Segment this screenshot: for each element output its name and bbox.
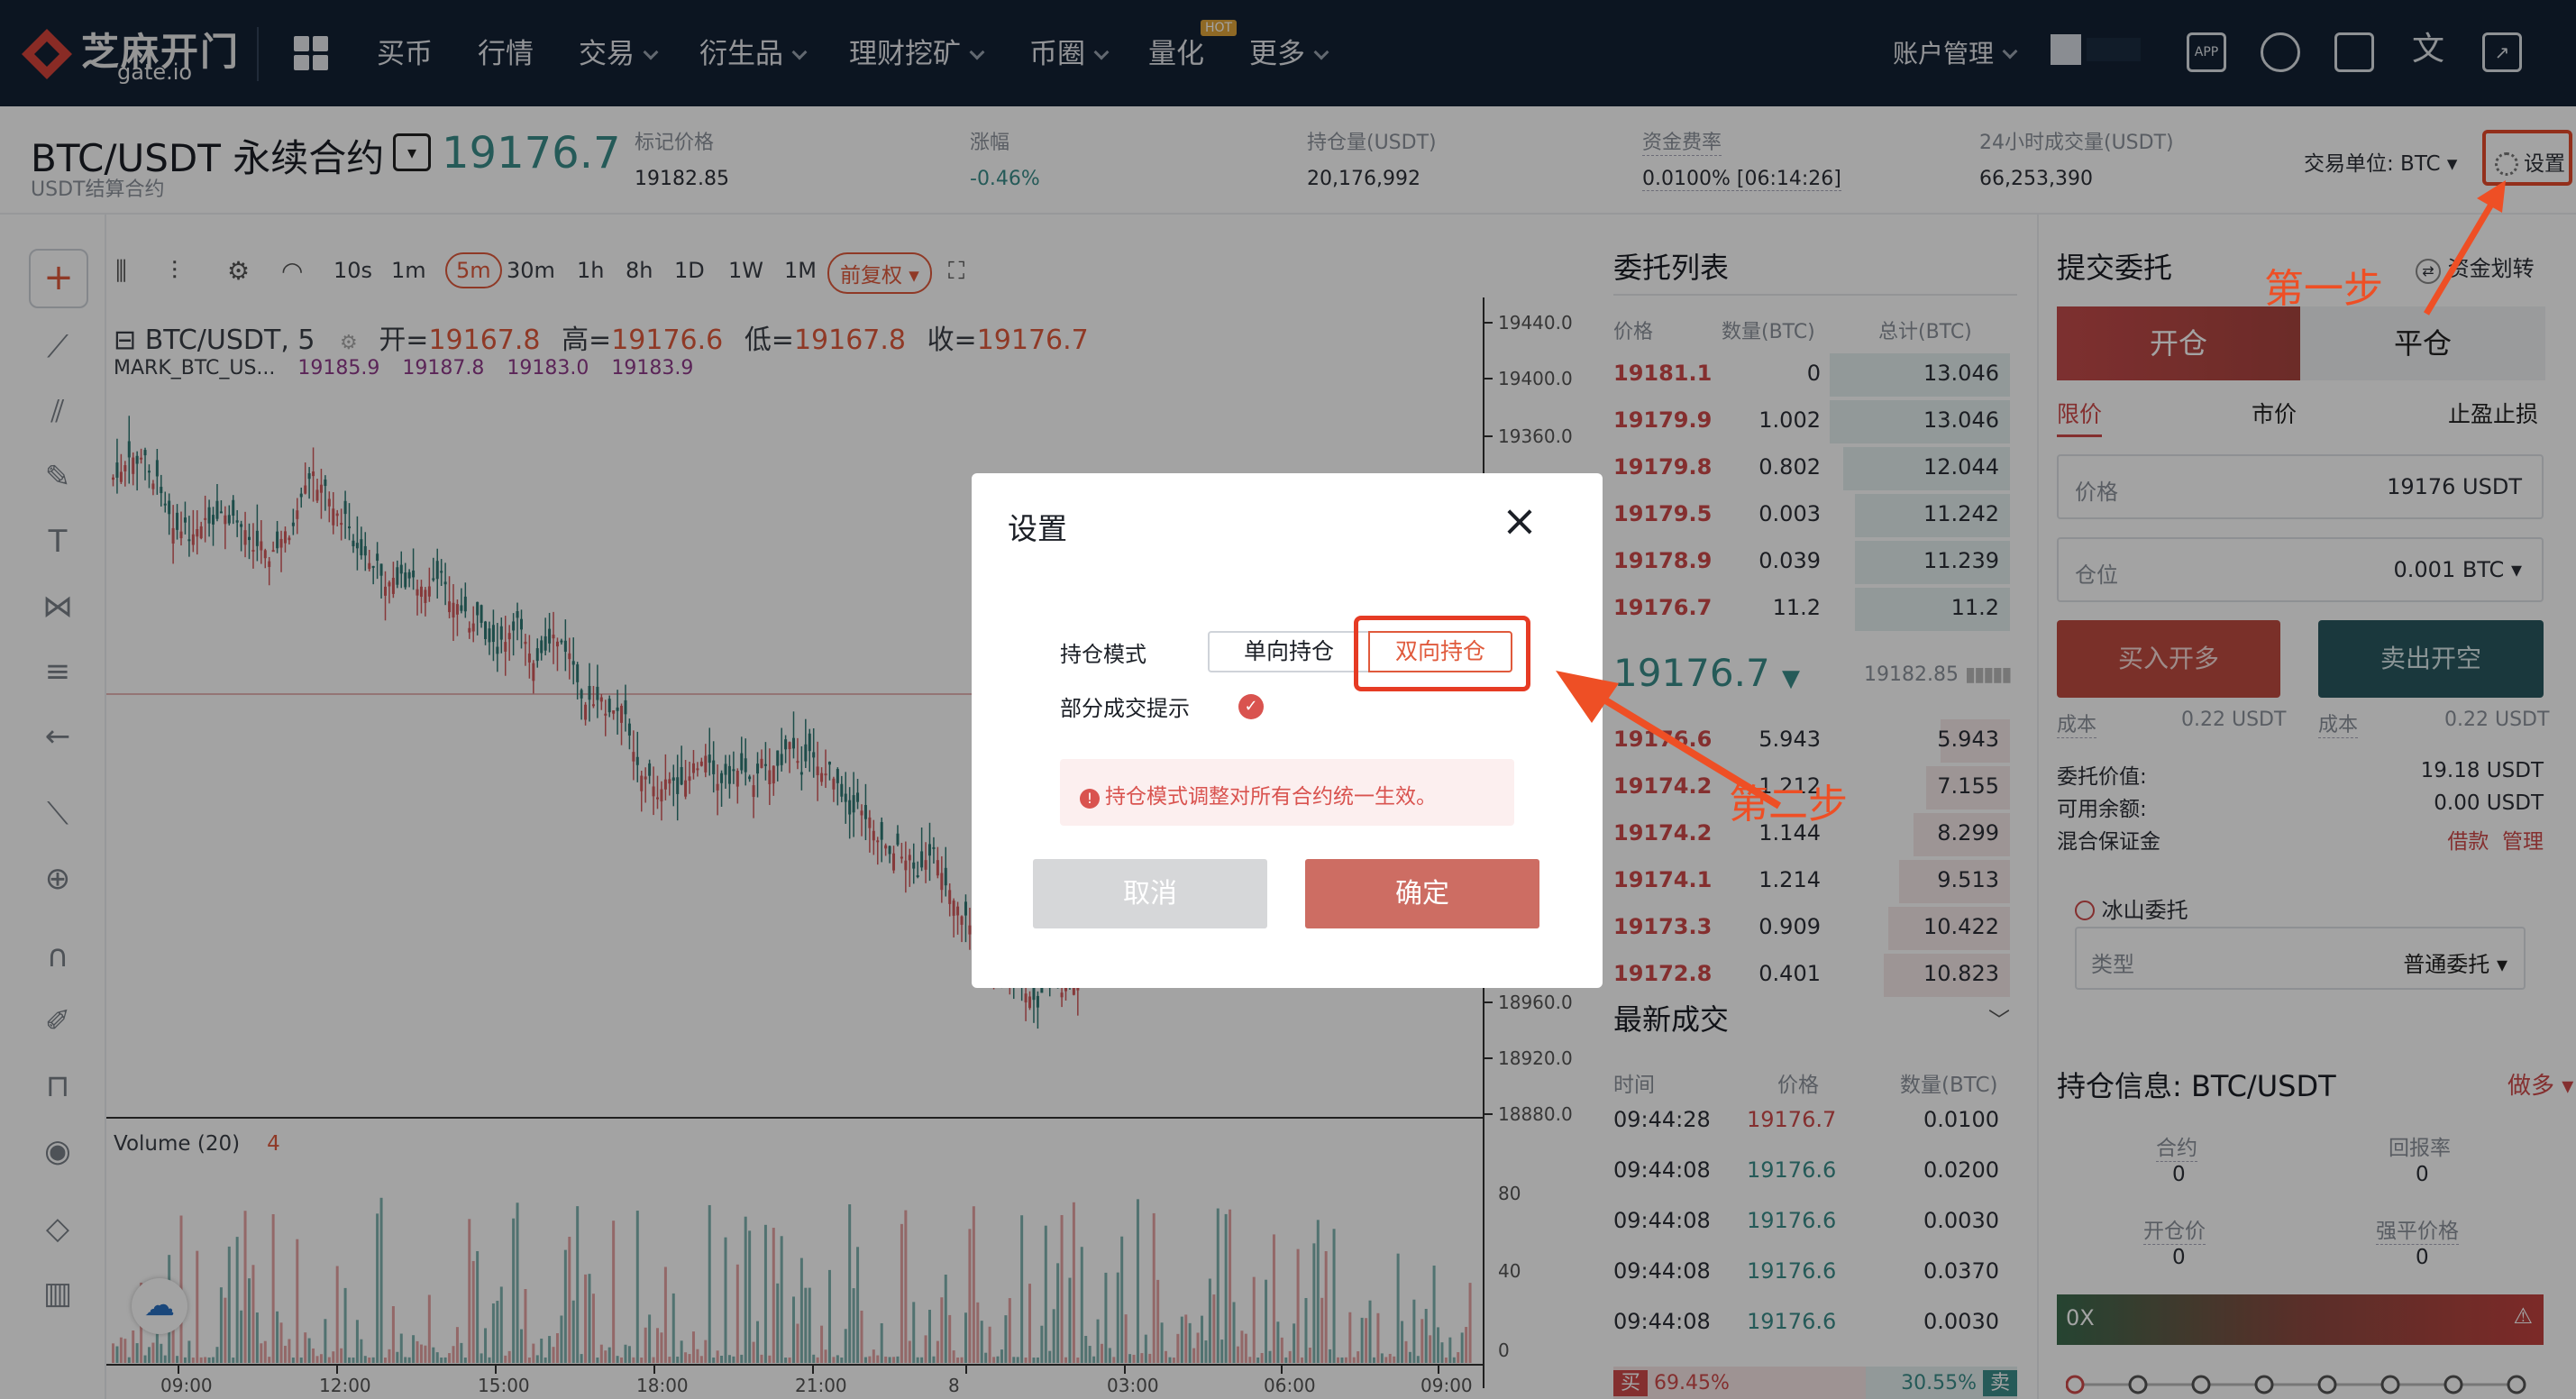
- highlight-box: [1354, 616, 1530, 691]
- position-mode-label: 持仓模式: [1060, 642, 1146, 667]
- mode-warning: ! 持仓模式调整对所有合约统一生效。: [1060, 759, 1514, 826]
- confirm-button[interactable]: 确定: [1305, 859, 1539, 928]
- one-way-mode-button[interactable]: 单向持仓: [1208, 631, 1370, 672]
- dialog-title: 设置: [1008, 511, 1067, 546]
- warning-text: 持仓模式调整对所有合约统一生效。: [1105, 785, 1437, 809]
- cancel-button[interactable]: 取消: [1033, 859, 1267, 928]
- partial-fill-label: 部分成交提示: [1060, 696, 1190, 721]
- step1-arrow: [2423, 180, 2506, 315]
- step1-annotation: 第一步: [2264, 266, 2383, 312]
- step2-arrow: [1556, 671, 1782, 809]
- close-icon[interactable]: ×: [1500, 499, 1539, 543]
- info-icon: !: [1080, 789, 1100, 809]
- check-icon[interactable]: ✓: [1238, 694, 1264, 719]
